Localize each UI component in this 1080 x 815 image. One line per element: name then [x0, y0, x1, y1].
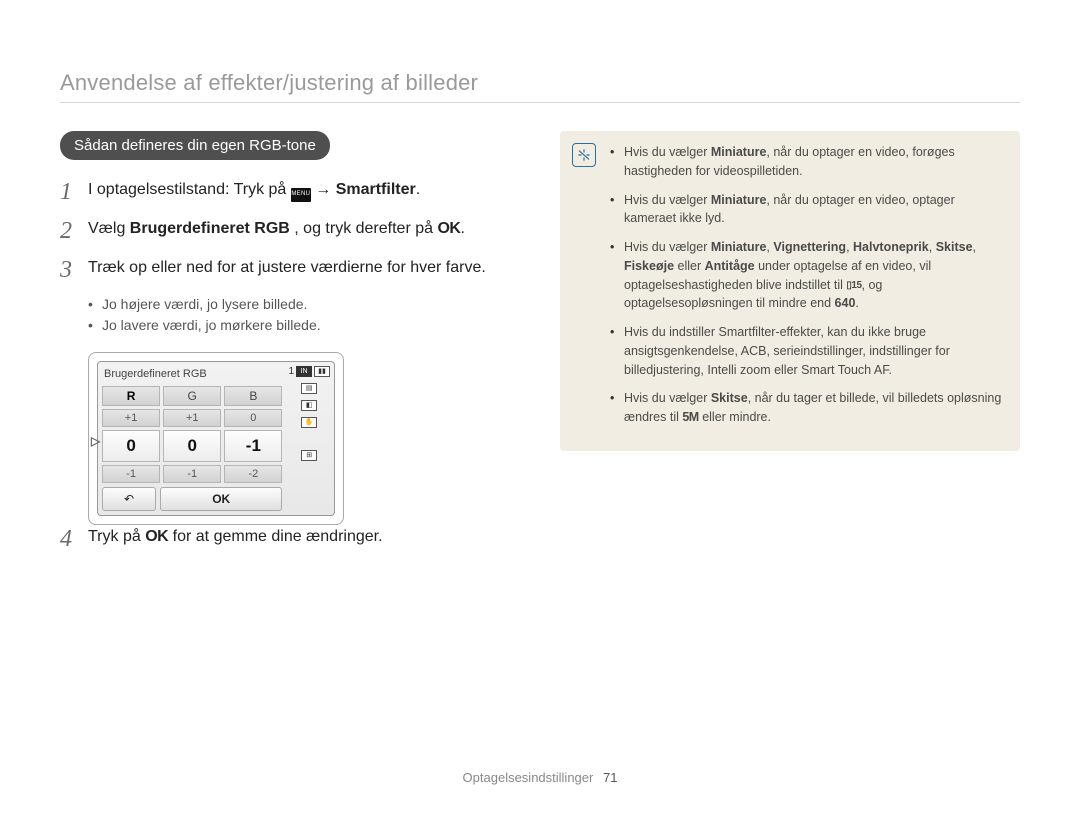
manual-page: Anvendelse af effekter/justering af bill… [0, 0, 1080, 815]
step-4-text-a: Tryk på [88, 528, 145, 545]
note-text: Hvis du indstiller Smartfilter-effekter,… [624, 325, 950, 377]
step-4: Tryk på OK for at gemme dine ændringer. [60, 525, 530, 550]
step-1-bold: Smartfilter [336, 181, 416, 198]
step-1: I optagelsestilstand: Tryk på MENU → Sma… [60, 178, 530, 203]
note-bold: Fiskeøje [624, 259, 674, 273]
note-list: Hvis du vælger Miniature, når du optager… [610, 143, 1004, 427]
right-column: Hvis du vælger Miniature, når du optager… [560, 131, 1020, 564]
lcd-mockup: Brugerdefineret RGB R G B +1 +1 0 0 0 [88, 352, 344, 525]
rgb-bottom-g: -1 [163, 465, 221, 483]
step-2-text-c: , og tryk derefter på [294, 220, 437, 237]
note-bold: Miniature [711, 240, 767, 254]
in-icon: IN [296, 366, 312, 377]
note-bold: Miniature [711, 145, 767, 159]
note-box: Hvis du vælger Miniature, når du optager… [560, 131, 1020, 451]
step-4-text-b: for at gemme dine ændringer. [173, 528, 383, 545]
section-heading-pill: Sådan defineres din egen RGB-tone [60, 131, 330, 160]
step-1-dot: . [416, 181, 420, 198]
info-icon [572, 143, 596, 167]
battery-icon: ▮▮ [314, 366, 330, 377]
note-item: Hvis du vælger Miniature, når du optager… [610, 191, 1004, 229]
note-text: Hvis du vælger [624, 240, 711, 254]
side-icon-2: ◧ [301, 400, 317, 411]
lcd-ok-button[interactable]: OK [160, 487, 282, 511]
note-bold: Vignettering [773, 240, 846, 254]
rgb-header-b: B [224, 386, 282, 406]
step-1-text-a: I optagelsestilstand: Tryk på [88, 181, 291, 198]
note-bold: Miniature [711, 193, 767, 207]
step-3: Træk op eller ned for at justere værdier… [60, 256, 530, 281]
note-text: eller [674, 259, 705, 273]
ok-icon: OK [437, 217, 460, 242]
note-item: Hvis du indstiller Smartfilter-effekter,… [610, 323, 1004, 379]
side-icon-4: ⊞ [301, 450, 317, 461]
note-text: . [855, 296, 858, 310]
sub-bullet-2: Jo lavere værdi, jo mørkere billede. [88, 315, 530, 336]
note-bold: 640 [835, 296, 856, 310]
note-bold: Halvtoneprik [853, 240, 929, 254]
note-item: Hvis du vælger Miniature, når du optager… [610, 143, 1004, 181]
note-text: , [929, 240, 936, 254]
step-list: I optagelsestilstand: Tryk på MENU → Sma… [60, 178, 530, 280]
footer-page: 71 [603, 770, 617, 785]
rgb-center-g: 0 [163, 430, 221, 462]
lcd-title: Brugerdefineret RGB [104, 368, 207, 380]
rgb-top-b: 0 [224, 409, 282, 427]
page-footer: Optagelsesindstillinger 71 [0, 770, 1080, 785]
note-bold: Skitse [936, 240, 973, 254]
page-title: Anvendelse af effekter/justering af bill… [60, 70, 1020, 103]
note-text: , [973, 240, 976, 254]
two-columns: Sådan defineres din egen RGB-tone I opta… [60, 131, 1020, 564]
rgb-top-g: +1 [163, 409, 221, 427]
menu-icon: MENU [291, 188, 311, 202]
sub-bullet-list: Jo højere værdi, jo lysere billede. Jo l… [60, 294, 530, 336]
note-item: Hvis du vælger Skitse, når du tager et b… [610, 389, 1004, 427]
left-column: Sådan defineres din egen RGB-tone I opta… [60, 131, 530, 564]
rgb-bottom-r: -1 [102, 465, 160, 483]
rgb-header-g: G [163, 386, 221, 406]
step-2-dot: . [460, 220, 464, 237]
rgb-grid: R G B +1 +1 0 0 0 -1 -1 -1 [102, 386, 282, 483]
five-mp-icon: 5M [682, 408, 698, 427]
step-2: Vælg Brugerdefineret RGB , og tryk deref… [60, 217, 530, 242]
side-icon-1: ▤ [301, 383, 317, 394]
ok-icon-2: OK [145, 525, 168, 550]
note-text: Hvis du vælger [624, 193, 711, 207]
rgb-bottom-b: -2 [224, 465, 282, 483]
step-list-cont: Tryk på OK for at gemme dine ændringer. [60, 525, 530, 550]
note-text: Hvis du vælger [624, 391, 711, 405]
note-bold: Antitåge [705, 259, 755, 273]
rgb-header-r: R [102, 386, 160, 406]
footer-section: Optagelsesindstillinger [463, 770, 594, 785]
note-text: eller mindre. [699, 410, 771, 424]
side-icon-3: ✋ [301, 417, 317, 428]
note-item: Hvis du vælger Miniature, Vignettering, … [610, 238, 1004, 313]
step-2-text-a: Vælg [88, 220, 130, 237]
step-2-bold: Brugerdefineret RGB [130, 220, 290, 237]
rgb-center-b: -1 [224, 430, 282, 462]
rgb-top-r: +1 [102, 409, 160, 427]
lcd-screen: Brugerdefineret RGB R G B +1 +1 0 0 0 [97, 361, 335, 516]
fps-icon: ▯15 [846, 278, 861, 293]
step-1-arrow: → [315, 181, 335, 198]
note-bold: Skitse [711, 391, 748, 405]
lcd-back-button[interactable]: ↶ [102, 487, 156, 511]
lcd-count: 1 [288, 366, 294, 377]
lcd-side-icons: 1 IN ▮▮ ▤ ◧ ✋ ⊞ [288, 366, 330, 511]
note-text: , [846, 240, 853, 254]
rgb-center-r: 0 [102, 430, 160, 462]
note-text: Hvis du vælger [624, 145, 711, 159]
sub-bullet-1: Jo højere værdi, jo lysere billede. [88, 294, 530, 315]
